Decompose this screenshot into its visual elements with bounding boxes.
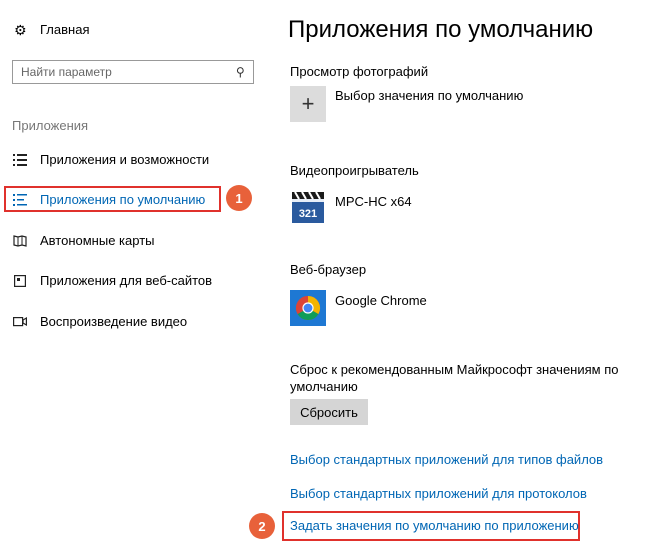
link-file-types[interactable]: Выбор стандартных приложений для типов ф… xyxy=(290,452,603,467)
video-player-heading: Видеопроигрыватель xyxy=(290,163,419,178)
video-player-default-button[interactable]: 321 MPC-HC x64 xyxy=(290,189,412,225)
web-browser-heading: Веб-браузер xyxy=(290,262,367,277)
settings-sidebar: ⚙ Главная Найти параметр ⚲ Приложения Пр… xyxy=(0,0,270,550)
mpc-hc-icon: 321 xyxy=(290,189,326,225)
sidebar-item-apps-websites[interactable]: Приложения для веб-сайтов xyxy=(12,273,212,288)
sidebar-item-label: Приложения по умолчанию xyxy=(40,192,206,207)
web-browser-app-label: Google Chrome xyxy=(335,292,427,308)
plus-icon: + xyxy=(290,86,326,122)
reset-button[interactable]: Сбросить xyxy=(290,399,368,425)
list-icon xyxy=(12,153,28,167)
section-label: Приложения xyxy=(12,118,89,133)
svg-text:321: 321 xyxy=(299,208,317,220)
sidebar-item-offline-maps[interactable]: Автономные карты xyxy=(12,233,155,248)
map-icon xyxy=(12,234,28,248)
sidebar-item-label: Приложения и возможности xyxy=(40,152,210,167)
link-protocols[interactable]: Выбор стандартных приложений для протоко… xyxy=(290,486,587,501)
chrome-icon xyxy=(290,290,326,326)
web-browser-default-button[interactable]: Google Chrome xyxy=(290,290,427,326)
home-nav-item[interactable]: ⚙ Главная xyxy=(14,22,89,37)
home-label: Главная xyxy=(40,22,90,37)
photo-viewer-default-button[interactable]: + Выбор значения по умолчанию xyxy=(290,86,523,122)
page-title: Приложения по умолчанию xyxy=(288,16,594,43)
sidebar-item-label: Автономные карты xyxy=(40,233,155,248)
sidebar-item-label: Приложения для веб-сайтов xyxy=(40,273,213,288)
sidebar-item-video-playback[interactable]: Воспроизведение видео xyxy=(12,314,187,329)
website-icon xyxy=(12,274,28,288)
photo-viewer-app-label: Выбор значения по умолчанию xyxy=(335,87,524,103)
gear-icon: ⚙ xyxy=(14,21,27,38)
reset-text-line1: Сброс к рекомендованным Майкрософт значе… xyxy=(290,362,619,377)
search-input[interactable]: Найти параметр ⚲ xyxy=(12,60,254,84)
video-icon xyxy=(12,315,28,329)
link-set-defaults-by-app[interactable]: Задать значения по умолчанию по приложен… xyxy=(290,518,579,533)
step-badge-2: 2 xyxy=(249,513,275,539)
reset-description: Сброс к рекомендованным Майкрософт значе… xyxy=(290,361,630,395)
photo-viewer-heading: Просмотр фотографий xyxy=(290,64,429,79)
default-apps-icon xyxy=(12,193,28,207)
step-badge-1: 1 xyxy=(226,185,252,211)
sidebar-item-apps-features[interactable]: Приложения и возможности xyxy=(12,152,209,167)
reset-text-line2: умолчанию xyxy=(290,379,358,394)
sidebar-item-label: Воспроизведение видео xyxy=(40,314,188,329)
video-player-app-label: MPC-HC x64 xyxy=(335,193,412,209)
search-icon: ⚲ xyxy=(236,65,245,79)
sidebar-item-default-apps[interactable]: Приложения по умолчанию xyxy=(12,192,205,207)
search-placeholder: Найти параметр xyxy=(21,65,112,79)
